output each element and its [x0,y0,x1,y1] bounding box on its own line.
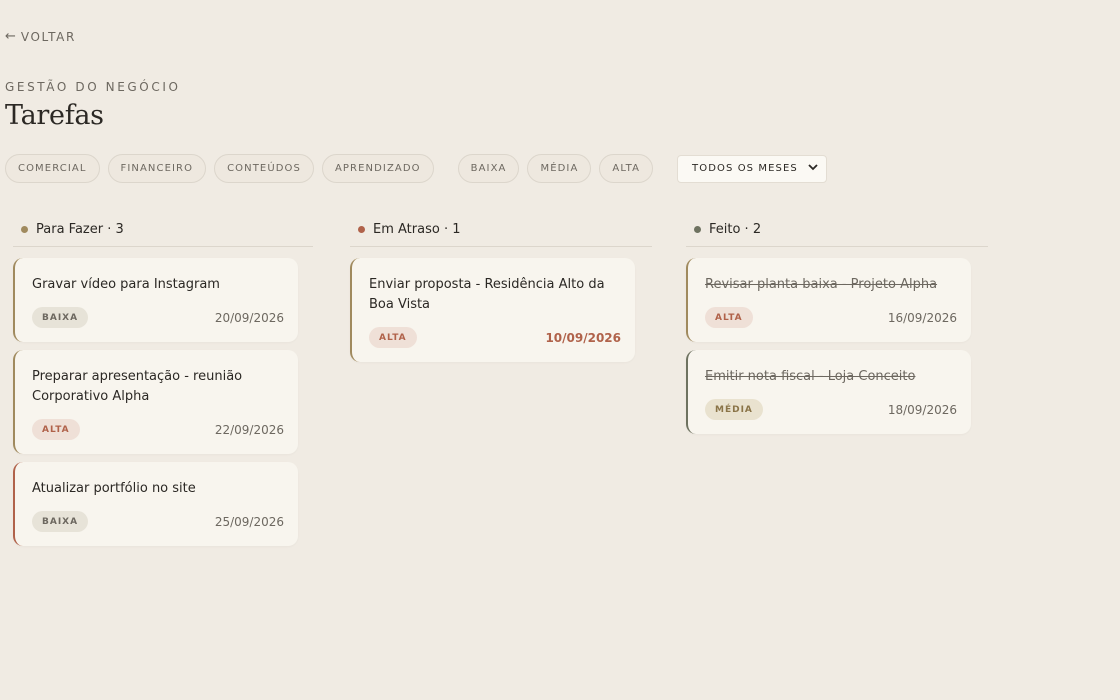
task-date: 25/09/2026 [214,514,284,529]
filter-chip-aprendizado[interactable]: APRENDIZADO [321,154,434,183]
back-button[interactable]: ← VOLTAR [5,29,76,44]
task-card[interactable]: Preparar apresentação - reunião Corporat… [13,350,298,454]
task-card[interactable]: Emitir nota fiscal - Loja Conceito MÉDIA… [686,350,971,434]
task-title: Preparar apresentação - reunião Corporat… [32,369,243,404]
filter-chip-alta[interactable]: ALTA [599,154,654,183]
column-para-fazer: Para Fazer · 3 Gravar vídeo para Instagr… [13,213,313,554]
task-card[interactable]: Atualizar portfólio no site BAIXA 25/09/… [13,462,298,546]
task-date: 22/09/2026 [214,422,284,437]
filter-chip-baixa[interactable]: BAIXA [457,154,520,183]
column-title: Feito · 2 [709,222,762,237]
priority-badge: BAIXA [32,307,89,328]
back-label: VOLTAR [20,29,76,44]
column-title: Em Atraso · 1 [373,222,461,237]
arrow-left-icon: ← [5,29,16,44]
chevron-down-icon [808,163,818,174]
column-header: Para Fazer · 3 [13,213,313,247]
task-date: 20/09/2026 [214,310,284,325]
priority-badge: ALTA [705,307,753,328]
column-feito: Feito · 2 Revisar planta baixa - Projeto… [686,213,988,442]
task-title: Atualizar portfólio no site [32,481,196,496]
month-select-value: TODOS OS MESES [692,163,798,174]
task-title: Revisar planta baixa - Projeto Alpha [705,277,938,292]
task-date-overdue: 10/09/2026 [545,330,621,345]
tasks-page: ← VOLTAR GESTÃO DO NEGÓCIO Tarefas COMER… [0,0,1120,700]
priority-badge: ALTA [369,327,417,348]
filter-chip-media[interactable]: MÉDIA [527,154,592,183]
task-title: Enviar proposta - Residência Alto da Boa… [369,277,605,312]
filter-chip-financeiro[interactable]: FINANCEIRO [107,154,207,183]
filter-bar: COMERCIAL FINANCEIRO CONTEÚDOS APRENDIZA… [5,154,827,183]
column-title: Para Fazer · 3 [36,222,124,237]
task-date: 16/09/2026 [887,310,957,325]
task-date: 18/09/2026 [887,402,957,417]
column-em-atraso: Em Atraso · 1 Enviar proposta - Residênc… [350,213,652,370]
status-dot-icon [358,226,365,233]
status-dot-icon [694,226,701,233]
task-card[interactable]: Enviar proposta - Residência Alto da Boa… [350,258,635,362]
task-title: Emitir nota fiscal - Loja Conceito [705,369,916,384]
task-card[interactable]: Revisar planta baixa - Projeto Alpha ALT… [686,258,971,342]
task-title: Gravar vídeo para Instagram [32,277,220,292]
priority-badge: ALTA [32,419,80,440]
filter-chip-comercial[interactable]: COMERCIAL [5,154,100,183]
filter-chip-conteudos[interactable]: CONTEÚDOS [214,154,314,183]
priority-badge: BAIXA [32,511,89,532]
month-select[interactable]: TODOS OS MESES [677,154,827,183]
column-header: Feito · 2 [686,213,988,247]
page-title: Tarefas [5,100,104,131]
task-card[interactable]: Gravar vídeo para Instagram BAIXA 20/09/… [13,258,298,342]
page-eyebrow: GESTÃO DO NEGÓCIO [5,80,181,94]
status-dot-icon [21,226,28,233]
column-header: Em Atraso · 1 [350,213,652,247]
priority-badge: MÉDIA [705,399,763,420]
